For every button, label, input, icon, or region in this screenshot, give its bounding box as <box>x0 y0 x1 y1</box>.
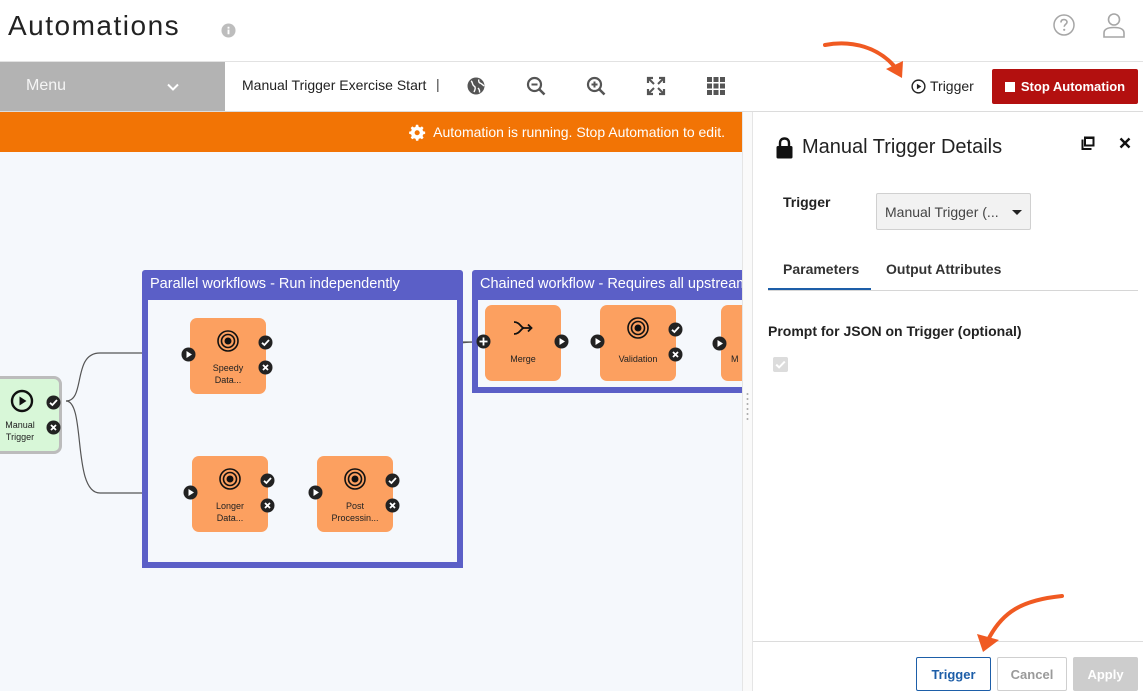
lock-icon <box>776 137 793 159</box>
group-title: Parallel workflows - Run independently <box>142 270 463 300</box>
toolbar-separator: | <box>436 76 440 92</box>
play-circle-icon <box>10 389 34 413</box>
node-label: Merge <box>510 354 536 364</box>
prompt-json-checkbox[interactable] <box>773 357 788 372</box>
workflow-node-merge[interactable]: Merge <box>485 305 561 381</box>
input-port-icon[interactable] <box>308 485 323 500</box>
automation-name: Manual Trigger Exercise Start <box>242 77 427 93</box>
merge-icon <box>513 321 533 335</box>
close-icon[interactable] <box>1119 137 1131 149</box>
zoom-out-icon[interactable] <box>526 76 546 96</box>
cancel-button[interactable]: Cancel <box>997 657 1067 691</box>
workflow-canvas[interactable]: Automation is running. Stop Automation t… <box>0 112 742 691</box>
node-label-line: Trigger <box>5 432 35 442</box>
info-icon[interactable] <box>221 23 236 38</box>
trigger-button[interactable]: Trigger <box>916 657 991 691</box>
stop-automation-label: Stop Automation <box>1020 79 1126 94</box>
success-port-icon[interactable] <box>385 473 400 488</box>
menu-label: Menu <box>26 77 67 94</box>
play-circle-icon <box>911 78 926 94</box>
trigger-select-value: Manual Trigger (... <box>885 204 999 220</box>
panel-footer: Trigger Cancel Apply <box>753 641 1143 691</box>
workflow-node-validation[interactable]: Validation <box>600 305 676 381</box>
details-panel: Manual Trigger Details Trigger Manual Tr… <box>753 112 1143 691</box>
page-title: Automations <box>8 10 181 41</box>
app-header: Automations <box>0 0 1143 62</box>
node-label-line: Manual <box>5 420 35 430</box>
workflow-icon <box>217 330 239 352</box>
node-label-line: Data... <box>214 375 242 385</box>
node-label: Longer Data... <box>196 500 264 524</box>
node-label-line: Post <box>345 501 364 511</box>
workflow-node-longer-data[interactable]: Longer Data... <box>192 456 268 532</box>
toolbar-trigger-label: Trigger <box>930 78 974 94</box>
success-port-icon[interactable] <box>46 395 61 410</box>
node-label: Post Processin... <box>321 500 389 524</box>
active-tab-indicator <box>768 288 871 290</box>
workflow-icon <box>219 468 241 490</box>
manual-trigger-node[interactable]: Manual Trigger <box>0 376 62 454</box>
node-label-line: Processin... <box>331 513 379 523</box>
input-port-icon[interactable] <box>590 334 605 349</box>
success-port-icon[interactable] <box>260 473 275 488</box>
node-label: Manual Trigger <box>0 419 43 443</box>
tab-parameters[interactable]: Parameters <box>783 261 859 277</box>
app-root: Automations Menu Manual Trigger Exercise… <box>0 0 1143 691</box>
error-port-icon[interactable] <box>46 420 61 435</box>
input-port-icon[interactable] <box>712 336 727 351</box>
globe-icon[interactable] <box>466 76 486 96</box>
annotation-arrow-icon <box>977 594 1064 652</box>
drag-handle-icon <box>746 393 749 420</box>
error-port-icon[interactable] <box>385 498 400 513</box>
node-label: Validation <box>618 354 658 364</box>
user-icon[interactable] <box>1102 12 1126 38</box>
trigger-field-label: Trigger <box>783 194 831 210</box>
toolbar-trigger-button[interactable]: Trigger <box>911 76 974 96</box>
success-port-icon[interactable] <box>668 322 683 337</box>
tab-output-attributes[interactable]: Output Attributes <box>886 261 1001 277</box>
annotation-arrow-icon <box>823 41 903 78</box>
menu-dropdown[interactable]: Menu <box>0 62 225 111</box>
toolbar: Menu Manual Trigger Exercise Start | Tri… <box>0 62 1143 112</box>
node-label: M <box>731 354 739 364</box>
workflow-icon <box>627 317 649 339</box>
panel-title: Manual Trigger Details <box>802 136 1003 158</box>
stop-automation-button[interactable]: Stop Automation <box>992 69 1138 104</box>
panel-tabs: Parameters Output Attributes <box>768 251 1138 291</box>
group-title: Chained workflow - Requires all upstream <box>472 270 742 300</box>
prompt-json-label: Prompt for JSON on Trigger (optional) <box>768 323 1022 339</box>
workflow-node-post-processing[interactable]: Post Processin... <box>317 456 393 532</box>
zoom-in-icon[interactable] <box>586 76 606 96</box>
workflow-icon <box>344 468 366 490</box>
popout-icon[interactable] <box>1080 136 1095 151</box>
output-port-icon[interactable] <box>554 334 569 349</box>
node-label: Speedy Data... <box>194 362 262 386</box>
panel-resize-handle[interactable] <box>742 112 753 691</box>
error-port-icon[interactable] <box>258 360 273 375</box>
grid-icon[interactable] <box>706 76 726 96</box>
node-label-line: Speedy <box>212 363 244 373</box>
node-label-line: Data... <box>216 513 244 523</box>
chevron-down-icon <box>167 83 179 91</box>
workflow-node-speedy-data[interactable]: Speedy Data... <box>190 318 266 394</box>
trigger-select[interactable]: Manual Trigger (... <box>876 193 1031 230</box>
fit-screen-icon[interactable] <box>646 76 666 96</box>
input-port-icon[interactable] <box>181 347 196 362</box>
merge-input-port-icon[interactable] <box>476 334 491 349</box>
stop-square-icon <box>1004 81 1015 92</box>
caret-down-icon <box>1012 210 1022 215</box>
success-port-icon[interactable] <box>258 335 273 350</box>
input-port-icon[interactable] <box>183 485 198 500</box>
apply-button[interactable]: Apply <box>1073 657 1138 691</box>
help-icon[interactable] <box>1053 14 1075 36</box>
error-port-icon[interactable] <box>260 498 275 513</box>
node-label-line: Longer <box>215 501 245 511</box>
error-port-icon[interactable] <box>668 347 683 362</box>
